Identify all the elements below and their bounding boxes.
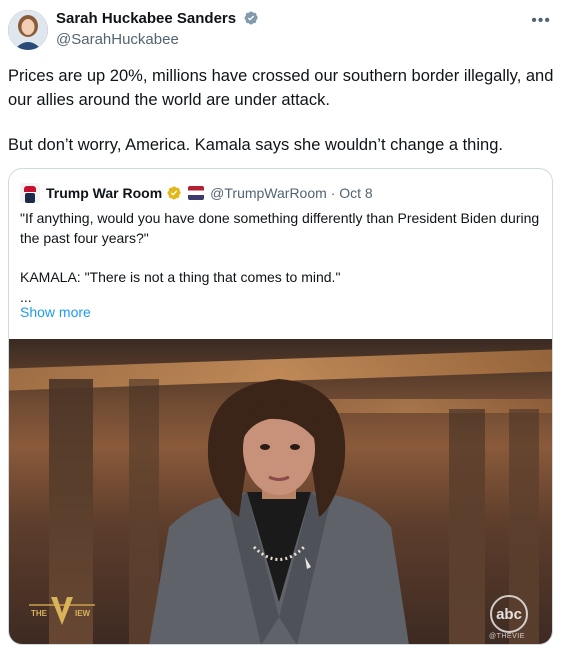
quoted-date-text[interactable]: · Oct 8	[331, 185, 373, 201]
gold-verified-badge-icon	[167, 186, 181, 200]
affiliate-flag-icon	[188, 186, 205, 200]
quoted-handle[interactable]: @TrumpWarRoom	[210, 185, 327, 201]
more-options-icon[interactable]: •••	[531, 12, 551, 30]
author-name[interactable]: Sarah Huckabee Sanders	[56, 10, 259, 27]
the-view-logo: THE IEW	[29, 597, 95, 625]
the-view-logo-left: THE	[31, 609, 48, 618]
quoted-avatar[interactable]	[20, 183, 40, 203]
quoted-body: "If anything, would you have done someth…	[20, 208, 545, 307]
tweet: Sarah Huckabee Sanders @SarahHuckabee ••…	[0, 0, 569, 648]
quoted-line-3: ...	[20, 289, 32, 305]
quoted-date[interactable]: · Oct 8	[327, 185, 373, 201]
tweet-text: Prices are up 20%, millions have crossed…	[8, 64, 558, 178]
quoted-line-1: "If anything, would you have done someth…	[20, 210, 540, 246]
author-avatar[interactable]	[8, 10, 48, 50]
tweet-paragraph-2: But don’t worry, America. Kamala says sh…	[8, 136, 503, 154]
the-view-logo-right: IEW	[75, 609, 91, 618]
speaker-figure	[149, 379, 409, 644]
quoted-tweet-header: Trump War Room @TrumpWarRoom · Oct 8	[20, 183, 373, 203]
tweet-paragraph-1: Prices are up 20%, millions have crossed…	[8, 67, 554, 109]
quoted-name[interactable]: Trump War Room	[46, 185, 162, 201]
abc-logo-caption: @THEVIE	[489, 633, 525, 640]
quoted-line-2: KAMALA: "There is not a thing that comes…	[20, 269, 341, 285]
verified-badge-icon	[244, 11, 259, 25]
show-more-link[interactable]: Show more	[20, 304, 91, 320]
abc-logo: abc	[490, 595, 528, 633]
quoted-tweet[interactable]: Trump War Room @TrumpWarRoom · Oct 8 "If…	[8, 168, 553, 645]
author-handle[interactable]: @SarahHuckabee	[56, 31, 179, 48]
video-player[interactable]: THE IEW abc @THEVIE	[9, 339, 552, 644]
